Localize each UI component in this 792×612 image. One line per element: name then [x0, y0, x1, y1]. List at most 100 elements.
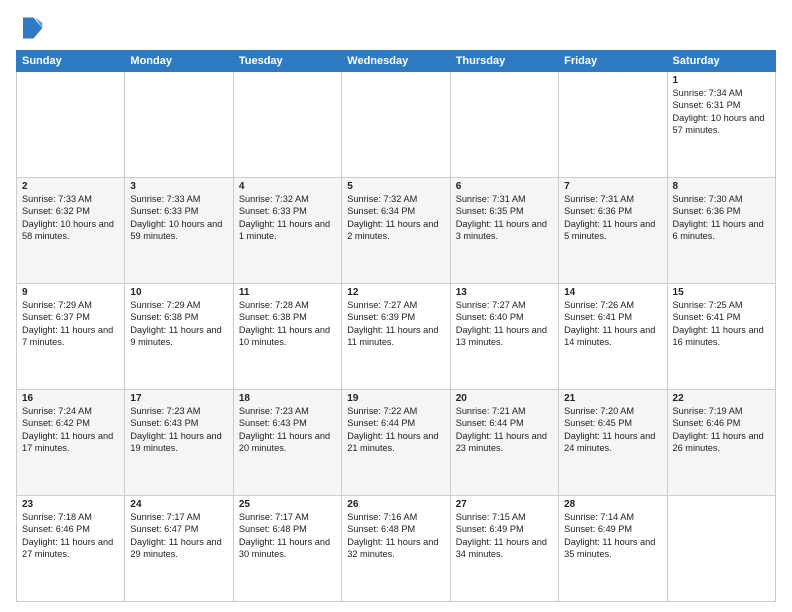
day-number: 1: [673, 75, 770, 86]
calendar-cell: 19Sunrise: 7:22 AM Sunset: 6:44 PM Dayli…: [342, 390, 450, 496]
calendar-cell: [233, 72, 341, 178]
cell-content: Sunrise: 7:22 AM Sunset: 6:44 PM Dayligh…: [347, 405, 444, 455]
cell-content: Sunrise: 7:34 AM Sunset: 6:31 PM Dayligh…: [673, 87, 770, 137]
day-number: 14: [564, 287, 661, 298]
cell-content: Sunrise: 7:23 AM Sunset: 6:43 PM Dayligh…: [130, 405, 227, 455]
cell-content: Sunrise: 7:18 AM Sunset: 6:46 PM Dayligh…: [22, 511, 119, 561]
calendar-cell: 21Sunrise: 7:20 AM Sunset: 6:45 PM Dayli…: [559, 390, 667, 496]
day-number: 22: [673, 393, 770, 404]
calendar-cell: 24Sunrise: 7:17 AM Sunset: 6:47 PM Dayli…: [125, 496, 233, 602]
day-number: 21: [564, 393, 661, 404]
calendar-cell: 2Sunrise: 7:33 AM Sunset: 6:32 PM Daylig…: [17, 178, 125, 284]
calendar-cell: 26Sunrise: 7:16 AM Sunset: 6:48 PM Dayli…: [342, 496, 450, 602]
cell-content: Sunrise: 7:25 AM Sunset: 6:41 PM Dayligh…: [673, 299, 770, 349]
day-number: 16: [22, 393, 119, 404]
cell-content: Sunrise: 7:33 AM Sunset: 6:33 PM Dayligh…: [130, 193, 227, 243]
cell-content: Sunrise: 7:27 AM Sunset: 6:40 PM Dayligh…: [456, 299, 553, 349]
calendar-cell: 17Sunrise: 7:23 AM Sunset: 6:43 PM Dayli…: [125, 390, 233, 496]
cell-content: Sunrise: 7:26 AM Sunset: 6:41 PM Dayligh…: [564, 299, 661, 349]
cell-content: Sunrise: 7:23 AM Sunset: 6:43 PM Dayligh…: [239, 405, 336, 455]
header: [16, 14, 776, 42]
calendar-cell: 10Sunrise: 7:29 AM Sunset: 6:38 PM Dayli…: [125, 284, 233, 390]
day-number: 2: [22, 181, 119, 192]
cell-content: Sunrise: 7:32 AM Sunset: 6:34 PM Dayligh…: [347, 193, 444, 243]
logo-icon: [16, 14, 44, 42]
day-number: 18: [239, 393, 336, 404]
day-header-wednesday: Wednesday: [342, 51, 450, 72]
week-row-0: 1Sunrise: 7:34 AM Sunset: 6:31 PM Daylig…: [17, 72, 776, 178]
calendar-cell: 20Sunrise: 7:21 AM Sunset: 6:44 PM Dayli…: [450, 390, 558, 496]
calendar-header: SundayMondayTuesdayWednesdayThursdayFrid…: [17, 51, 776, 72]
cell-content: Sunrise: 7:19 AM Sunset: 6:46 PM Dayligh…: [673, 405, 770, 455]
cell-content: Sunrise: 7:21 AM Sunset: 6:44 PM Dayligh…: [456, 405, 553, 455]
calendar-cell: [559, 72, 667, 178]
cell-content: Sunrise: 7:16 AM Sunset: 6:48 PM Dayligh…: [347, 511, 444, 561]
calendar-cell: 25Sunrise: 7:17 AM Sunset: 6:48 PM Dayli…: [233, 496, 341, 602]
calendar-table: SundayMondayTuesdayWednesdayThursdayFrid…: [16, 50, 776, 602]
day-number: 4: [239, 181, 336, 192]
calendar-cell: 15Sunrise: 7:25 AM Sunset: 6:41 PM Dayli…: [667, 284, 775, 390]
week-row-2: 9Sunrise: 7:29 AM Sunset: 6:37 PM Daylig…: [17, 284, 776, 390]
cell-content: Sunrise: 7:30 AM Sunset: 6:36 PM Dayligh…: [673, 193, 770, 243]
header-row: SundayMondayTuesdayWednesdayThursdayFrid…: [17, 51, 776, 72]
day-number: 15: [673, 287, 770, 298]
cell-content: Sunrise: 7:32 AM Sunset: 6:33 PM Dayligh…: [239, 193, 336, 243]
day-number: 20: [456, 393, 553, 404]
page: SundayMondayTuesdayWednesdayThursdayFrid…: [0, 0, 792, 612]
cell-content: Sunrise: 7:29 AM Sunset: 6:37 PM Dayligh…: [22, 299, 119, 349]
day-number: 7: [564, 181, 661, 192]
week-row-3: 16Sunrise: 7:24 AM Sunset: 6:42 PM Dayli…: [17, 390, 776, 496]
calendar-body: 1Sunrise: 7:34 AM Sunset: 6:31 PM Daylig…: [17, 72, 776, 602]
day-number: 11: [239, 287, 336, 298]
day-header-tuesday: Tuesday: [233, 51, 341, 72]
day-number: 28: [564, 499, 661, 510]
day-number: 5: [347, 181, 444, 192]
calendar-cell: [125, 72, 233, 178]
calendar-cell: 1Sunrise: 7:34 AM Sunset: 6:31 PM Daylig…: [667, 72, 775, 178]
calendar-cell: 28Sunrise: 7:14 AM Sunset: 6:49 PM Dayli…: [559, 496, 667, 602]
week-row-1: 2Sunrise: 7:33 AM Sunset: 6:32 PM Daylig…: [17, 178, 776, 284]
calendar-cell: 14Sunrise: 7:26 AM Sunset: 6:41 PM Dayli…: [559, 284, 667, 390]
day-number: 3: [130, 181, 227, 192]
logo: [16, 14, 48, 42]
cell-content: Sunrise: 7:27 AM Sunset: 6:39 PM Dayligh…: [347, 299, 444, 349]
calendar-cell: 9Sunrise: 7:29 AM Sunset: 6:37 PM Daylig…: [17, 284, 125, 390]
day-number: 26: [347, 499, 444, 510]
day-number: 8: [673, 181, 770, 192]
cell-content: Sunrise: 7:24 AM Sunset: 6:42 PM Dayligh…: [22, 405, 119, 455]
day-number: 17: [130, 393, 227, 404]
day-number: 10: [130, 287, 227, 298]
calendar-cell: 4Sunrise: 7:32 AM Sunset: 6:33 PM Daylig…: [233, 178, 341, 284]
cell-content: Sunrise: 7:20 AM Sunset: 6:45 PM Dayligh…: [564, 405, 661, 455]
cell-content: Sunrise: 7:17 AM Sunset: 6:47 PM Dayligh…: [130, 511, 227, 561]
day-header-saturday: Saturday: [667, 51, 775, 72]
calendar-cell: 6Sunrise: 7:31 AM Sunset: 6:35 PM Daylig…: [450, 178, 558, 284]
day-header-monday: Monday: [125, 51, 233, 72]
cell-content: Sunrise: 7:31 AM Sunset: 6:35 PM Dayligh…: [456, 193, 553, 243]
cell-content: Sunrise: 7:29 AM Sunset: 6:38 PM Dayligh…: [130, 299, 227, 349]
cell-content: Sunrise: 7:33 AM Sunset: 6:32 PM Dayligh…: [22, 193, 119, 243]
calendar-cell: 3Sunrise: 7:33 AM Sunset: 6:33 PM Daylig…: [125, 178, 233, 284]
day-number: 24: [130, 499, 227, 510]
day-number: 13: [456, 287, 553, 298]
calendar-cell: 16Sunrise: 7:24 AM Sunset: 6:42 PM Dayli…: [17, 390, 125, 496]
day-number: 25: [239, 499, 336, 510]
day-number: 19: [347, 393, 444, 404]
cell-content: Sunrise: 7:17 AM Sunset: 6:48 PM Dayligh…: [239, 511, 336, 561]
calendar-cell: [667, 496, 775, 602]
cell-content: Sunrise: 7:14 AM Sunset: 6:49 PM Dayligh…: [564, 511, 661, 561]
calendar-cell: 23Sunrise: 7:18 AM Sunset: 6:46 PM Dayli…: [17, 496, 125, 602]
day-header-sunday: Sunday: [17, 51, 125, 72]
day-header-friday: Friday: [559, 51, 667, 72]
calendar-cell: 27Sunrise: 7:15 AM Sunset: 6:49 PM Dayli…: [450, 496, 558, 602]
calendar-cell: [342, 72, 450, 178]
day-number: 23: [22, 499, 119, 510]
day-header-thursday: Thursday: [450, 51, 558, 72]
week-row-4: 23Sunrise: 7:18 AM Sunset: 6:46 PM Dayli…: [17, 496, 776, 602]
calendar-cell: [450, 72, 558, 178]
calendar-cell: 11Sunrise: 7:28 AM Sunset: 6:38 PM Dayli…: [233, 284, 341, 390]
day-number: 9: [22, 287, 119, 298]
calendar-cell: 22Sunrise: 7:19 AM Sunset: 6:46 PM Dayli…: [667, 390, 775, 496]
day-number: 12: [347, 287, 444, 298]
calendar-cell: [17, 72, 125, 178]
